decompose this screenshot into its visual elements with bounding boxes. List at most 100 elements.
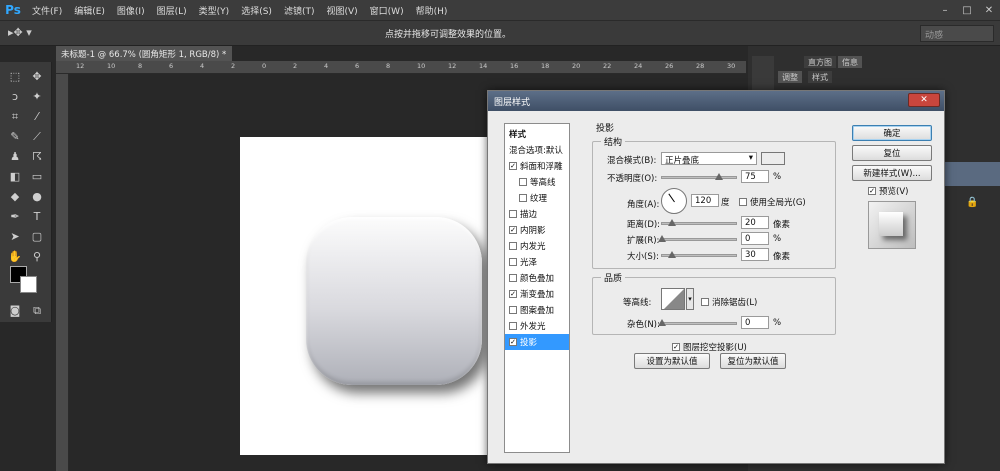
- opacity-slider-thumb[interactable]: [715, 173, 723, 180]
- ok-button[interactable]: 确定: [852, 125, 932, 141]
- workspace-select[interactable]: 动感: [920, 25, 994, 42]
- style-list-item[interactable]: 颜色叠加: [505, 270, 569, 286]
- unchecked-box-icon[interactable]: [509, 274, 517, 282]
- noise-slider[interactable]: [658, 319, 737, 326]
- menu-edit[interactable]: 编辑(E): [68, 4, 111, 17]
- eyedropper-icon[interactable]: ⁄: [28, 108, 46, 125]
- checked-box-icon[interactable]: ✓: [509, 162, 517, 170]
- checked-box-icon[interactable]: ✓: [509, 226, 517, 234]
- antialias-checkbox[interactable]: 消除锯齿(L): [701, 296, 757, 308]
- knockout-checkbox[interactable]: ✓ 图层挖空投影(U): [672, 341, 747, 353]
- style-list-item[interactable]: 纹理: [505, 190, 569, 206]
- spread-slider[interactable]: [658, 235, 737, 242]
- menu-select[interactable]: 选择(S): [235, 4, 278, 17]
- unchecked-box-icon[interactable]: [509, 322, 517, 330]
- screen-mode-icon[interactable]: ⧉: [28, 302, 46, 319]
- menu-image[interactable]: 图像(I): [111, 4, 151, 17]
- dialog-close-button[interactable]: ✕: [908, 93, 940, 107]
- tab-info[interactable]: 信息: [838, 56, 862, 68]
- tab-adjustments[interactable]: 调整: [778, 71, 802, 83]
- menu-window[interactable]: 窗口(W): [364, 4, 410, 17]
- distance-input[interactable]: 20: [741, 216, 769, 229]
- document-tab[interactable]: 未标题-1 @ 66.7% (圆角矩形 1, RGB/8) *: [56, 46, 232, 61]
- shadow-color-swatch[interactable]: [761, 152, 785, 165]
- contour-preview[interactable]: [661, 288, 685, 310]
- style-list-item[interactable]: 图案叠加: [505, 302, 569, 318]
- menu-type[interactable]: 类型(Y): [193, 4, 236, 17]
- tab-histogram[interactable]: 直方图: [804, 56, 836, 68]
- style-list-item[interactable]: 光泽: [505, 254, 569, 270]
- size-input[interactable]: 30: [741, 248, 769, 261]
- unchecked-box-icon[interactable]: [519, 178, 527, 186]
- background-color-swatch[interactable]: [20, 276, 37, 293]
- minimize-button[interactable]: –: [934, 0, 956, 20]
- tab-styles[interactable]: 样式: [808, 71, 832, 83]
- menu-view[interactable]: 视图(V): [320, 4, 363, 17]
- move-tool-icon[interactable]: ✥: [28, 68, 46, 85]
- spread-slider-thumb[interactable]: [658, 235, 666, 242]
- magic-wand-icon[interactable]: ✦: [28, 88, 46, 105]
- type-tool-icon[interactable]: T: [28, 208, 46, 225]
- global-light-checkbox[interactable]: 使用全局光(G): [739, 196, 806, 208]
- size-slider[interactable]: [661, 251, 737, 258]
- rectangle-tool-icon[interactable]: ▢: [28, 228, 46, 245]
- reset-default-button[interactable]: 复位为默认值: [720, 353, 786, 369]
- style-list-item[interactable]: ✓ 渐变叠加: [505, 286, 569, 302]
- blend-mode-select[interactable]: 正片叠底 ▾: [661, 152, 757, 166]
- angle-dial[interactable]: [661, 188, 687, 214]
- preview-checkbox[interactable]: ✓ 预览(V): [868, 185, 908, 197]
- unchecked-box-icon[interactable]: [509, 258, 517, 266]
- menu-help[interactable]: 帮助(H): [410, 4, 454, 17]
- rounded-rectangle-layer[interactable]: [306, 217, 482, 385]
- opacity-input[interactable]: 75: [741, 170, 769, 183]
- unchecked-box-icon[interactable]: [519, 194, 527, 202]
- noise-slider-thumb[interactable]: [658, 319, 666, 326]
- unchecked-box-icon[interactable]: [509, 242, 517, 250]
- style-list-item[interactable]: ✓ 内阴影: [505, 222, 569, 238]
- history-brush-icon[interactable]: ☈: [28, 148, 46, 165]
- style-list-item[interactable]: 外发光: [505, 318, 569, 334]
- style-list-item[interactable]: ✓ 投影: [505, 334, 569, 350]
- distance-slider[interactable]: [661, 219, 737, 226]
- set-default-button[interactable]: 设置为默认值: [634, 353, 710, 369]
- zoom-tool-icon[interactable]: ⚲: [28, 248, 46, 265]
- angle-input[interactable]: 120: [691, 194, 719, 207]
- style-list-item[interactable]: 内发光: [505, 238, 569, 254]
- move-tool-preset-icon[interactable]: ▸✥ ▾: [8, 26, 44, 42]
- spread-input[interactable]: 0: [741, 232, 769, 245]
- opacity-slider[interactable]: [661, 173, 737, 180]
- document-canvas[interactable]: [240, 137, 488, 455]
- hand-tool-icon[interactable]: ✋: [6, 248, 24, 265]
- brush-tool-icon[interactable]: ⟋: [28, 128, 46, 145]
- dodge-tool-icon[interactable]: ●: [28, 188, 46, 205]
- blur-tool-icon[interactable]: ◆: [6, 188, 24, 205]
- crop-tool-icon[interactable]: ⌗: [6, 108, 24, 125]
- close-window-button[interactable]: ✕: [978, 0, 1000, 20]
- maximize-button[interactable]: □: [956, 0, 978, 20]
- unchecked-box-icon[interactable]: [509, 306, 517, 314]
- style-list-item[interactable]: ✓ 斜面和浮雕: [505, 158, 569, 174]
- size-slider-thumb[interactable]: [668, 251, 676, 258]
- menu-layer[interactable]: 图层(L): [151, 4, 193, 17]
- menu-filter[interactable]: 滤镜(T): [278, 4, 321, 17]
- eraser-icon[interactable]: ◧: [6, 168, 24, 185]
- healing-brush-icon[interactable]: ✎: [6, 128, 24, 145]
- distance-slider-thumb[interactable]: [668, 219, 676, 226]
- reset-button[interactable]: 复位: [852, 145, 932, 161]
- noise-input[interactable]: 0: [741, 316, 769, 329]
- style-list-item[interactable]: 等高线: [505, 174, 569, 190]
- style-list-item[interactable]: 描边: [505, 206, 569, 222]
- pen-tool-icon[interactable]: ✒: [6, 208, 24, 225]
- gradient-tool-icon[interactable]: ▭: [28, 168, 46, 185]
- checked-box-icon[interactable]: ✓: [509, 338, 517, 346]
- unchecked-box-icon[interactable]: [509, 210, 517, 218]
- menu-file[interactable]: 文件(F): [26, 4, 68, 17]
- checked-box-icon[interactable]: ✓: [509, 290, 517, 298]
- new-style-button[interactable]: 新建样式(W)...: [852, 165, 932, 181]
- clone-stamp-icon[interactable]: ♟: [6, 148, 24, 165]
- path-selection-icon[interactable]: ➤: [6, 228, 24, 245]
- contour-dropdown-icon[interactable]: ▾: [686, 288, 694, 310]
- lasso-tool-icon[interactable]: ↄ: [6, 88, 24, 105]
- quick-mask-icon[interactable]: ◙: [6, 302, 24, 319]
- style-list-item[interactable]: 混合选项:默认: [505, 142, 569, 158]
